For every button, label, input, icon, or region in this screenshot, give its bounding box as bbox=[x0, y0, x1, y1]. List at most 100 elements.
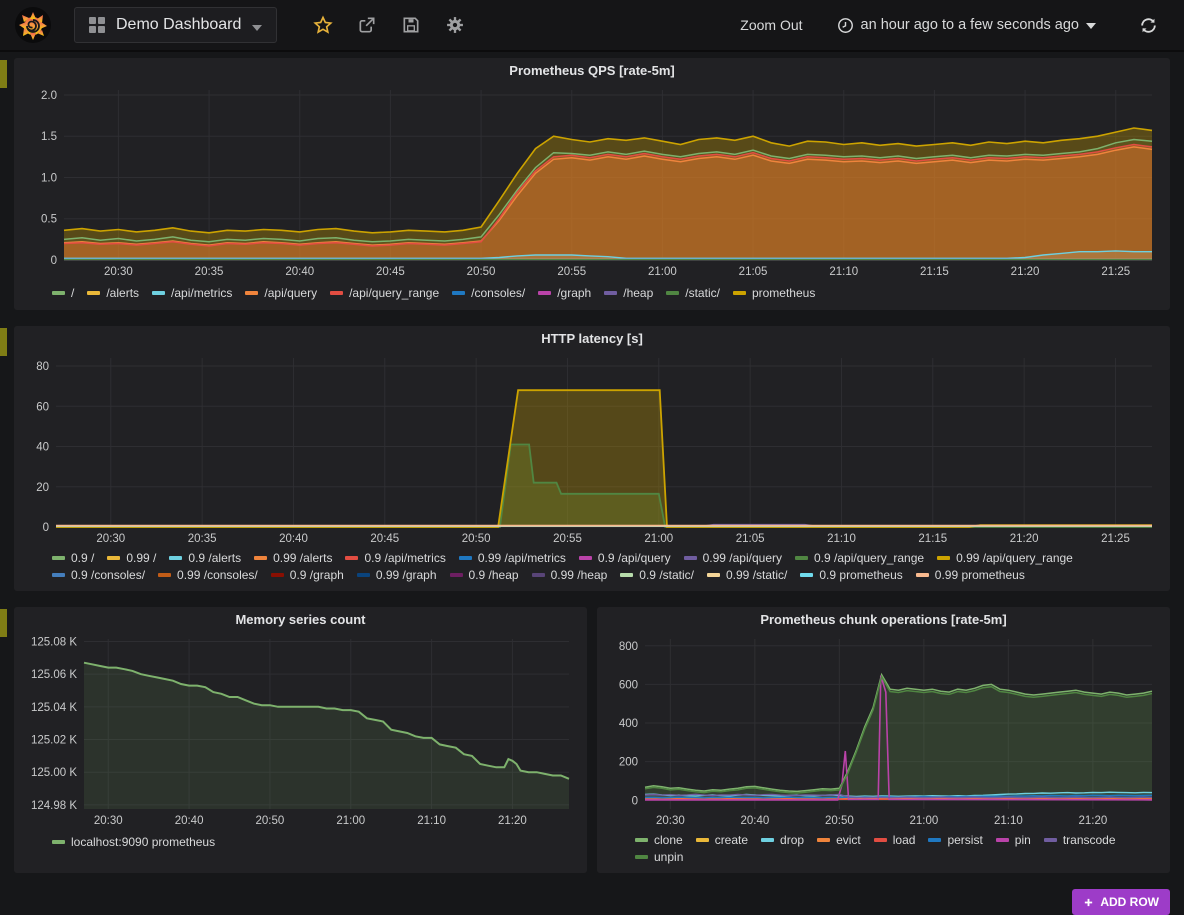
legend-item[interactable]: /heap bbox=[604, 286, 653, 300]
dashboard-row-1: Prometheus QPS [rate-5m] 20:3020:3520:40… bbox=[14, 58, 1170, 310]
legend-item[interactable]: 0.9 /alerts bbox=[169, 551, 241, 565]
latency-chart-plot[interactable]: 20:3020:3520:4020:4520:5020:5521:0021:05… bbox=[20, 350, 1164, 547]
legend-item[interactable]: transcode bbox=[1044, 833, 1116, 847]
memory-chart-plot[interactable]: 20:3020:4020:5021:0021:1021:20124.98 K12… bbox=[20, 631, 581, 829]
svg-text:60: 60 bbox=[36, 401, 49, 413]
legend-label: prometheus bbox=[752, 286, 815, 300]
zoom-out-button[interactable]: Zoom Out bbox=[740, 17, 802, 33]
legend-item[interactable]: 0.99 /graph bbox=[357, 568, 437, 582]
panel-legend: clone create drop evict load persist pin transc… bbox=[603, 829, 1164, 869]
panel-title[interactable]: Prometheus QPS [rate-5m] bbox=[20, 58, 1164, 82]
panel-title[interactable]: HTTP latency [s] bbox=[20, 326, 1164, 350]
legend-label: /consoles/ bbox=[471, 286, 525, 300]
svg-text:21:15: 21:15 bbox=[918, 533, 947, 545]
legend-item[interactable]: 0.99 /api/query bbox=[684, 551, 782, 565]
row-collapse-strip[interactable] bbox=[0, 60, 7, 88]
panel-title[interactable]: Memory series count bbox=[20, 607, 581, 631]
legend-color-dash bbox=[169, 556, 182, 560]
legend-item[interactable]: drop bbox=[761, 833, 804, 847]
svg-text:20: 20 bbox=[36, 482, 49, 494]
legend-color-dash bbox=[345, 556, 358, 560]
panel-prometheus-qps: Prometheus QPS [rate-5m] 20:3020:3520:40… bbox=[14, 58, 1170, 310]
svg-text:21:00: 21:00 bbox=[648, 266, 677, 278]
settings-button[interactable] bbox=[433, 7, 477, 43]
time-range-picker[interactable]: an hour ago to a few seconds ago bbox=[837, 17, 1096, 34]
legend-item[interactable]: load bbox=[874, 833, 916, 847]
legend-color-dash bbox=[937, 556, 950, 560]
legend-color-dash bbox=[450, 573, 463, 577]
chunk-ops-chart-plot[interactable]: 20:3020:4020:5021:0021:1021:200200400600… bbox=[603, 631, 1164, 829]
legend-label: 0.99 /static/ bbox=[726, 568, 787, 582]
svg-text:20:50: 20:50 bbox=[462, 533, 491, 545]
svg-text:125.04 K: 125.04 K bbox=[31, 702, 77, 714]
row-collapse-strip[interactable] bbox=[0, 609, 7, 637]
legend-item[interactable]: 0.9 /api/query bbox=[579, 551, 671, 565]
legend-item[interactable]: 0.99 /api/metrics bbox=[459, 551, 566, 565]
legend-item[interactable]: /graph bbox=[538, 286, 591, 300]
svg-text:20:35: 20:35 bbox=[195, 266, 224, 278]
legend-item[interactable]: 0.99 / bbox=[107, 551, 156, 565]
legend-item[interactable]: persist bbox=[928, 833, 982, 847]
legend-item[interactable]: 0.99 /alerts bbox=[254, 551, 332, 565]
legend-color-dash bbox=[817, 838, 830, 842]
star-button[interactable] bbox=[301, 7, 345, 43]
legend-item[interactable]: 0.9 /heap bbox=[450, 568, 519, 582]
save-button[interactable] bbox=[389, 7, 433, 43]
share-button[interactable] bbox=[345, 7, 389, 43]
legend-color-dash bbox=[87, 291, 100, 295]
time-range-label: an hour ago to a few seconds ago bbox=[861, 17, 1079, 33]
legend-item[interactable]: 0.9 /static/ bbox=[620, 568, 694, 582]
svg-text:21:15: 21:15 bbox=[920, 266, 949, 278]
legend-item[interactable]: create bbox=[696, 833, 748, 847]
legend-label: 0.99 /api/metrics bbox=[478, 551, 566, 565]
legend-item[interactable]: pin bbox=[996, 833, 1031, 847]
legend-item[interactable]: / bbox=[52, 286, 74, 300]
legend-item[interactable]: clone bbox=[635, 833, 683, 847]
legend-item[interactable]: 0.99 /api/query_range bbox=[937, 551, 1073, 565]
legend-item[interactable]: /consoles/ bbox=[452, 286, 525, 300]
legend-item[interactable]: 0.9 /graph bbox=[271, 568, 344, 582]
legend-item[interactable]: 0.99 /heap bbox=[532, 568, 608, 582]
legend-label: 0.9 prometheus bbox=[819, 568, 902, 582]
svg-text:20:50: 20:50 bbox=[467, 266, 496, 278]
legend-item[interactable]: 0.9 / bbox=[52, 551, 94, 565]
grafana-logo-icon[interactable] bbox=[14, 6, 52, 44]
add-row-button[interactable]: ADD ROW bbox=[1072, 889, 1170, 915]
dashboard-picker-button[interactable]: Demo Dashboard bbox=[74, 7, 277, 43]
legend-item[interactable]: /alerts bbox=[87, 286, 139, 300]
legend-color-dash bbox=[604, 291, 617, 295]
legend-label: 0.9 /consoles/ bbox=[71, 568, 145, 582]
legend-item[interactable]: localhost:9090 prometheus bbox=[52, 835, 215, 849]
legend-item[interactable]: /api/metrics bbox=[152, 286, 232, 300]
legend-label: /api/query bbox=[264, 286, 317, 300]
legend-label: 0.99 /api/query_range bbox=[956, 551, 1073, 565]
legend-item[interactable]: 0.9 /api/query_range bbox=[795, 551, 924, 565]
legend-item[interactable]: 0.99 prometheus bbox=[916, 568, 1025, 582]
legend-item[interactable]: 0.99 /consoles/ bbox=[158, 568, 258, 582]
svg-text:1.5: 1.5 bbox=[41, 131, 57, 143]
refresh-button[interactable] bbox=[1126, 7, 1170, 43]
panel-memory-series: Memory series count 20:3020:4020:5021:00… bbox=[14, 607, 587, 873]
legend-color-dash bbox=[271, 573, 284, 577]
legend-item[interactable]: /api/query bbox=[245, 286, 317, 300]
legend-color-dash bbox=[761, 838, 774, 842]
panel-title[interactable]: Prometheus chunk operations [rate-5m] bbox=[603, 607, 1164, 631]
legend-color-dash bbox=[684, 556, 697, 560]
legend-color-dash bbox=[52, 291, 65, 295]
legend-item[interactable]: unpin bbox=[635, 850, 683, 864]
legend-item[interactable]: /static/ bbox=[666, 286, 720, 300]
legend-item[interactable]: 0.9 /consoles/ bbox=[52, 568, 145, 582]
legend-item[interactable]: evict bbox=[817, 833, 861, 847]
dashboard-row-2: HTTP latency [s] 20:3020:3520:4020:4520:… bbox=[14, 326, 1170, 591]
panel-http-latency: HTTP latency [s] 20:3020:3520:4020:4520:… bbox=[14, 326, 1170, 591]
legend-color-dash bbox=[733, 291, 746, 295]
svg-text:40: 40 bbox=[36, 442, 49, 454]
legend-item[interactable]: /api/query_range bbox=[330, 286, 439, 300]
legend-item[interactable]: 0.9 prometheus bbox=[800, 568, 902, 582]
legend-item[interactable]: prometheus bbox=[733, 286, 815, 300]
qps-chart-plot[interactable]: 20:3020:3520:4020:4520:5020:5521:0021:05… bbox=[20, 82, 1164, 280]
row-collapse-strip[interactable] bbox=[0, 328, 7, 356]
svg-text:400: 400 bbox=[619, 718, 638, 730]
legend-item[interactable]: 0.99 /static/ bbox=[707, 568, 787, 582]
legend-item[interactable]: 0.9 /api/metrics bbox=[345, 551, 445, 565]
